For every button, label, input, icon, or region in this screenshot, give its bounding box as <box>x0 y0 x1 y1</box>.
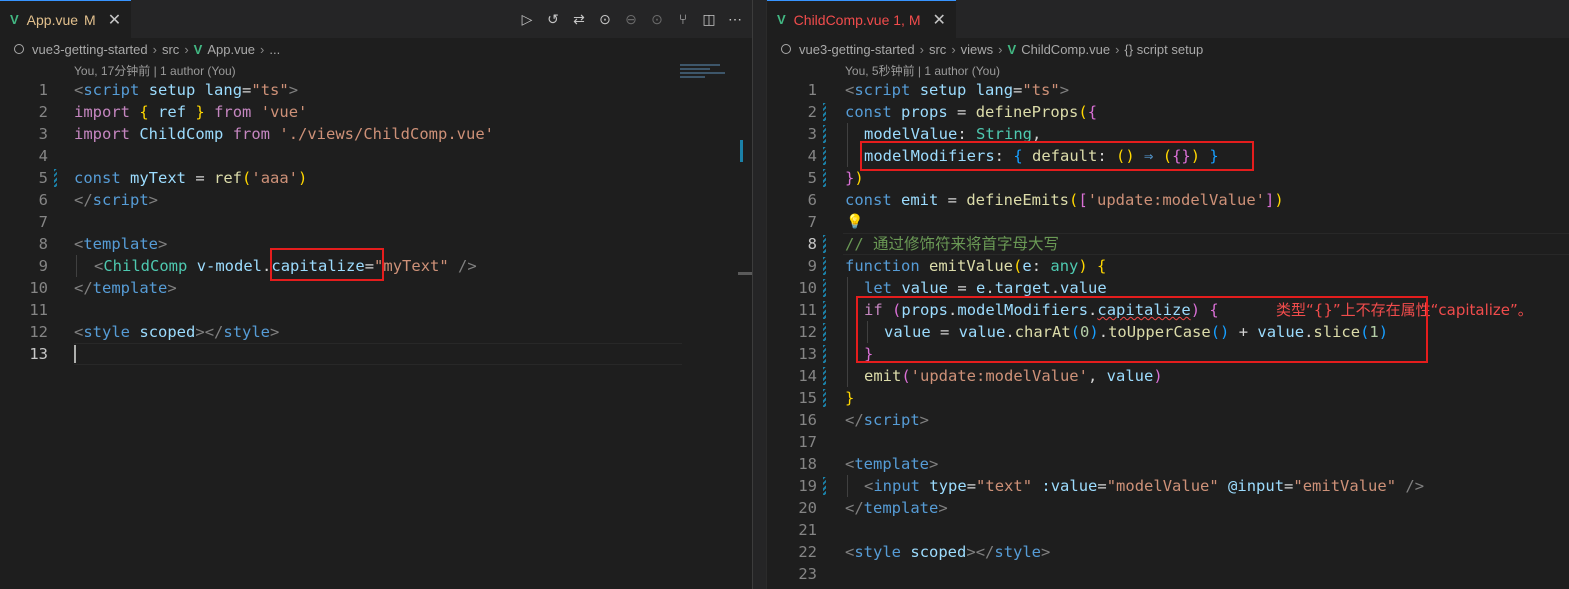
code-comment: // 通过修饰符来将首字母大写 <box>845 235 1059 253</box>
right-editor-pane: V ChildComp.vue 1, M ✕ vue3-getting-star… <box>767 0 1569 589</box>
code-line: 7 💡 <box>807 211 864 233</box>
breadcrumb-more[interactable]: ... <box>269 42 280 57</box>
code-line: 5 const myText = ref('aaa') <box>38 169 308 187</box>
run-icon[interactable]: ▷ <box>516 8 538 30</box>
tab-childcomp-vue[interactable]: V ChildComp.vue 1, M ✕ <box>767 0 956 38</box>
tab-app-vue[interactable]: V App.vue M ✕ <box>0 0 132 38</box>
chevron-right-icon: › <box>919 41 924 57</box>
chevron-right-icon: › <box>260 41 265 57</box>
breadcrumb: vue3-getting-started › src › V App.vue ›… <box>0 38 752 60</box>
chevron-right-icon: › <box>184 41 189 57</box>
right-tab-bar: V ChildComp.vue 1, M ✕ <box>767 0 1569 38</box>
editor-actions-toolbar: ▷ ↺ ⇄ ⊙ ⊖ ⊙ ⑂ ◫ ⋯ <box>516 0 746 38</box>
breadcrumb-root[interactable]: vue3-getting-started <box>32 42 148 57</box>
split-editor-icon[interactable]: ◫ <box>698 8 720 30</box>
modified-indicator: M <box>84 11 96 28</box>
code-line: 20 </template> <box>798 499 948 517</box>
vue-file-icon: V <box>10 12 19 27</box>
breadcrumb-file[interactable]: App.vue <box>207 42 255 57</box>
code-line: 11 <box>29 301 48 319</box>
code-line: 2 const props = defineProps({ <box>807 103 1098 121</box>
code-line: 23 <box>798 565 817 583</box>
code-line: 4 <box>38 147 48 165</box>
breadcrumb-dir[interactable]: views <box>961 42 994 57</box>
code-line: 21 <box>798 521 817 539</box>
code-line: 3 import ChildComp from './views/ChildCom… <box>38 125 494 143</box>
left-tab-bar: V App.vue M ✕ ▷ ↺ ⇄ ⊙ ⊖ ⊙ ⑂ ◫ ⋯ <box>0 0 752 38</box>
breadcrumb-dir[interactable]: src <box>929 42 946 57</box>
git-compare-icon[interactable]: ⇄ <box>568 8 590 30</box>
code-line: 22 <style scoped></style> <box>798 543 1051 561</box>
code-line: 17 <box>798 433 817 451</box>
code-line: 16 </script> <box>798 411 930 429</box>
breadcrumb-file[interactable]: ChildComp.vue <box>1021 42 1110 57</box>
go-forward-icon[interactable]: ⊙ <box>646 8 668 30</box>
tab-label: App.vue <box>26 11 79 28</box>
code-line: 12 <style scoped></style> <box>29 323 280 341</box>
code-editor[interactable]: 1 <script setup lang="ts"> 2 import { ref … <box>0 79 752 365</box>
breadcrumb-root[interactable]: vue3-getting-started <box>799 42 915 57</box>
highlight-box <box>270 248 384 281</box>
breadcrumb-dir[interactable]: src <box>162 42 179 57</box>
code-line: 2 import { ref } from 'vue' <box>38 103 308 121</box>
code-line: 14 emit('update:modelValue', value) <box>798 365 1163 387</box>
highlight-box <box>856 296 1428 363</box>
text-cursor <box>74 345 76 363</box>
chevron-right-icon: › <box>998 41 1003 57</box>
git-graph-icon[interactable]: ⑂ <box>672 8 694 30</box>
code-line: 18 <template> <box>798 455 939 473</box>
breadcrumb: vue3-getting-started › src › views › V C… <box>767 38 1569 60</box>
history-icon[interactable]: ↺ <box>542 8 564 30</box>
chevron-right-icon: › <box>1115 41 1120 57</box>
chevron-right-icon: › <box>152 41 157 57</box>
code-line: 9 function emitValue(e: any) { <box>807 257 1107 275</box>
code-line: 19 <input type="text" :value="modelValue"… <box>798 475 1425 497</box>
code-line: 6 const emit = defineEmits(['update:model… <box>807 191 1284 209</box>
code-line: 6 </script> <box>38 191 159 209</box>
code-line: 1 <script setup lang="ts"> <box>38 81 299 99</box>
close-icon[interactable]: ✕ <box>108 10 121 30</box>
code-line: 15} <box>798 389 855 407</box>
commit-icon[interactable]: ⊖ <box>620 8 642 30</box>
lightbulb-icon[interactable]: 💡 <box>846 211 863 233</box>
editor-split-divider[interactable] <box>752 0 767 589</box>
root-folder-icon <box>781 44 791 54</box>
more-icon[interactable]: ⋯ <box>724 8 746 30</box>
left-editor-pane: V App.vue M ✕ ▷ ↺ ⇄ ⊙ ⊖ ⊙ ⑂ ◫ ⋯ vue3-get… <box>0 0 752 589</box>
breadcrumb-symbol[interactable]: {} script setup <box>1124 42 1203 57</box>
code-line: 8// 通过修饰符来将首字母大写 <box>767 233 1569 255</box>
code-line: 7 <box>38 213 48 231</box>
close-icon[interactable]: ✕ <box>933 10 946 30</box>
highlight-box <box>860 141 1254 171</box>
root-folder-icon <box>14 44 24 54</box>
go-back-icon[interactable]: ⊙ <box>594 8 616 30</box>
code-line: 1 <script setup lang="ts"> <box>807 81 1070 99</box>
vue-file-icon: V <box>1007 41 1017 57</box>
tab-label: ChildComp.vue 1, M <box>793 11 921 28</box>
vue-file-icon: V <box>193 41 203 57</box>
chevron-right-icon: › <box>951 41 956 57</box>
code-line: 13 <box>0 343 752 365</box>
vue-file-icon: V <box>777 12 786 27</box>
